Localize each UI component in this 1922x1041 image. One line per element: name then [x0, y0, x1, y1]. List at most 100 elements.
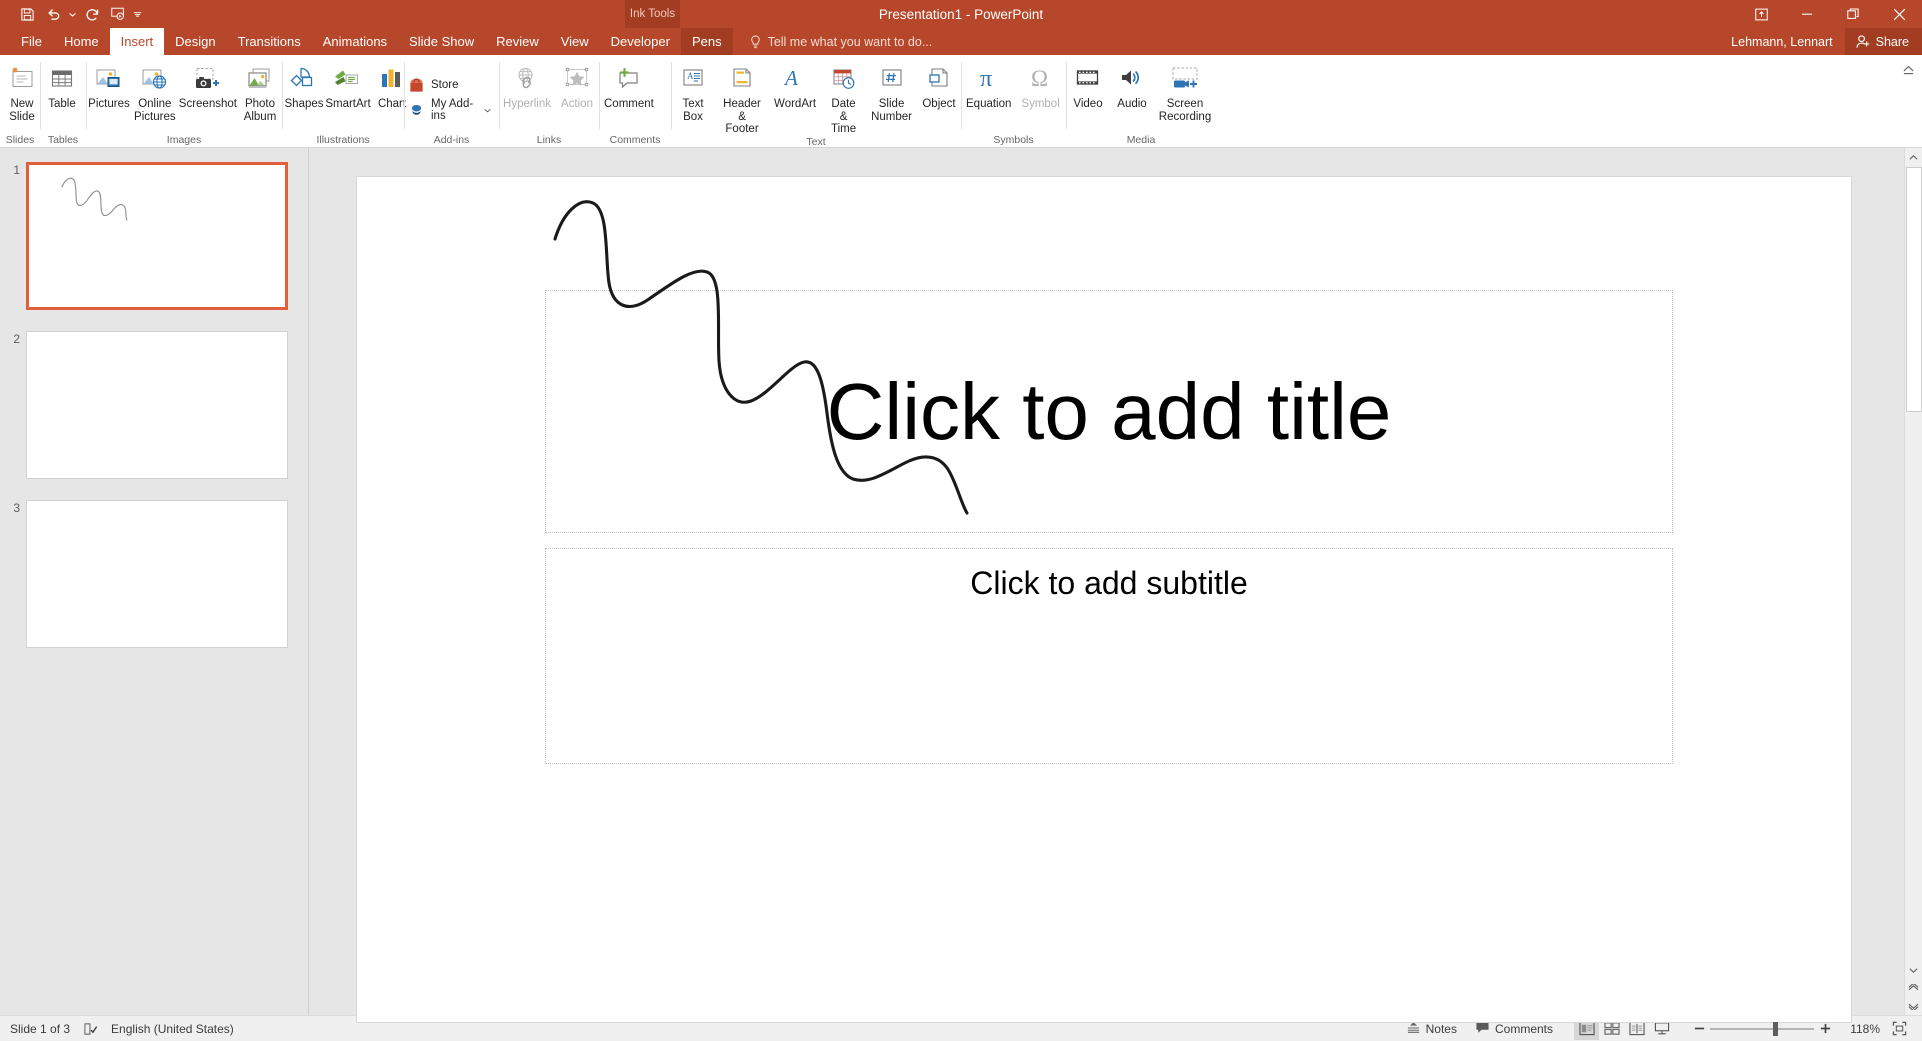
save-icon[interactable] — [14, 2, 40, 26]
ribbon-group-illustrations: Shapes SmartArt Chart Illustrations — [282, 55, 406, 147]
header-footer-button[interactable]: Header & Footer — [715, 59, 769, 136]
group-label-comments: Comments — [609, 133, 661, 146]
text-box-label: Text Box — [682, 98, 704, 123]
next-slide-icon[interactable] — [1905, 997, 1922, 1015]
previous-slide-icon[interactable] — [1905, 979, 1922, 997]
pictures-button[interactable]: Pictures — [86, 59, 132, 111]
video-label: Video — [1073, 98, 1103, 110]
my-addins-dropdown-icon[interactable] — [484, 108, 491, 113]
share-button[interactable]: Share — [1844, 28, 1922, 55]
tab-home[interactable]: Home — [53, 28, 110, 55]
start-presentation-icon[interactable] — [105, 2, 131, 26]
slide-thumbnail-3[interactable] — [26, 500, 288, 648]
tab-design[interactable]: Design — [164, 28, 226, 55]
smartart-icon — [332, 61, 364, 95]
screen-recording-button[interactable]: Screen Recording — [1154, 59, 1216, 123]
slide-thumbnail-1[interactable] — [26, 162, 288, 310]
store-icon — [408, 77, 425, 94]
customize-qat-icon[interactable] — [131, 2, 144, 26]
photo-album-label: Photo Album — [243, 98, 277, 123]
slide-number-3: 3 — [13, 501, 20, 515]
redo-icon[interactable] — [79, 2, 105, 26]
video-button[interactable]: Video — [1066, 59, 1110, 111]
object-label: Object — [922, 98, 956, 110]
language-indicator[interactable]: English (United States) — [111, 1022, 234, 1036]
my-addins-button[interactable]: My Add-ins — [404, 98, 499, 123]
user-name[interactable]: Lehmann, Lennart — [1731, 35, 1844, 49]
wordart-label: WordArt — [774, 98, 817, 110]
tab-pens[interactable]: Pens — [680, 28, 733, 55]
text-box-button[interactable]: A Text Box — [671, 59, 715, 123]
tab-insert[interactable]: Insert — [109, 28, 165, 55]
smartart-button[interactable]: SmartArt — [325, 59, 371, 111]
video-icon — [1073, 61, 1103, 95]
wordart-button[interactable]: A WordArt — [769, 59, 821, 111]
object-button[interactable]: Object — [917, 59, 961, 111]
slide-thumbnail-item[interactable]: 1 — [0, 162, 308, 310]
equation-button[interactable]: π Equation — [961, 59, 1016, 111]
zoom-slider-handle[interactable] — [1773, 1021, 1778, 1036]
vertical-scrollbar[interactable] — [1904, 148, 1922, 1015]
wordart-icon: A — [781, 61, 809, 95]
scroll-up-icon[interactable] — [1905, 148, 1922, 166]
slide-canvas[interactable]: Click to add title Click to add subtitle — [357, 177, 1851, 1022]
table-button[interactable]: Table — [40, 59, 84, 111]
slide-number-button[interactable]: Slide Number — [866, 59, 917, 123]
slide-thumbnail-2[interactable] — [26, 331, 288, 479]
new-slide-icon — [7, 61, 37, 95]
screenshot-button[interactable]: Screenshot — [178, 59, 238, 111]
text-box-icon: A — [678, 61, 708, 95]
new-slide-button[interactable]: New Slide — [0, 59, 44, 123]
tab-view[interactable]: View — [550, 28, 600, 55]
equation-icon: π — [974, 61, 1004, 95]
slide-thumbnail-panel[interactable]: 1 2 3 — [0, 148, 308, 1015]
photo-album-button[interactable]: Photo Album — [238, 59, 282, 123]
symbol-button[interactable]: Ω Symbol — [1016, 59, 1064, 111]
slide-number-1: 1 — [13, 163, 20, 177]
comment-button[interactable]: Comment — [599, 59, 659, 111]
tab-animations[interactable]: Animations — [312, 28, 398, 55]
ribbon-display-options-icon[interactable] — [1738, 0, 1784, 28]
slide-thumbnail-item[interactable]: 2 — [0, 331, 308, 479]
online-pictures-button[interactable]: Online Pictures — [132, 59, 178, 123]
zoom-slider-track — [1710, 1027, 1814, 1030]
audio-button[interactable]: Audio — [1110, 59, 1154, 111]
restore-button[interactable] — [1830, 0, 1876, 28]
close-button[interactable] — [1876, 0, 1922, 28]
undo-icon[interactable] — [40, 2, 66, 26]
group-label-images: Images — [166, 133, 202, 146]
shapes-button[interactable]: Shapes — [282, 59, 326, 111]
hyperlink-button[interactable]: Hyperlink — [499, 59, 555, 111]
scroll-down-icon[interactable] — [1905, 961, 1922, 979]
zoom-slider[interactable] — [1710, 1018, 1814, 1040]
fit-to-window-button[interactable] — [1886, 1018, 1912, 1040]
subtitle-placeholder[interactable]: Click to add subtitle — [545, 548, 1673, 764]
window-title: Presentation1 - PowerPoint — [878, 6, 1044, 22]
powerpoint-window: Ink Tools Presentation1 - PowerPoint Fil… — [0, 0, 1922, 1041]
equation-label: Equation — [966, 98, 1012, 110]
tell-me-search[interactable]: Tell me what you want to do... — [733, 28, 932, 55]
title-placeholder[interactable]: Click to add title — [545, 290, 1673, 533]
slide-counter[interactable]: Slide 1 of 3 — [10, 1022, 70, 1036]
spellcheck-button[interactable] — [83, 1022, 98, 1036]
ink-tools-contextual-label: Ink Tools — [625, 0, 680, 28]
undo-dropdown-icon[interactable] — [66, 2, 79, 26]
tab-transitions[interactable]: Transitions — [227, 28, 312, 55]
tab-file[interactable]: File — [10, 28, 53, 55]
zoom-level-label[interactable]: 118% — [1836, 1022, 1880, 1036]
tab-review[interactable]: Review — [485, 28, 550, 55]
tab-developer[interactable]: Developer — [600, 28, 681, 55]
online-pictures-label: Online Pictures — [134, 98, 176, 123]
date-time-button[interactable]: Date & Time — [821, 59, 866, 136]
action-button[interactable]: Action — [555, 59, 599, 111]
new-slide-label: New Slide — [9, 98, 35, 123]
minimize-button[interactable] — [1784, 0, 1830, 28]
group-label-media: Media — [1126, 133, 1156, 146]
tab-slide-show[interactable]: Slide Show — [398, 28, 485, 55]
store-button[interactable]: Store — [404, 73, 467, 98]
collapse-ribbon-icon[interactable] — [1900, 61, 1916, 77]
scrollbar-thumb[interactable] — [1905, 167, 1922, 412]
ribbon-group-media: Video Audio Screen Recording Media — [1066, 55, 1216, 147]
slide-thumbnail-item[interactable]: 3 — [0, 500, 308, 648]
header-footer-label: Header & Footer — [723, 98, 761, 135]
